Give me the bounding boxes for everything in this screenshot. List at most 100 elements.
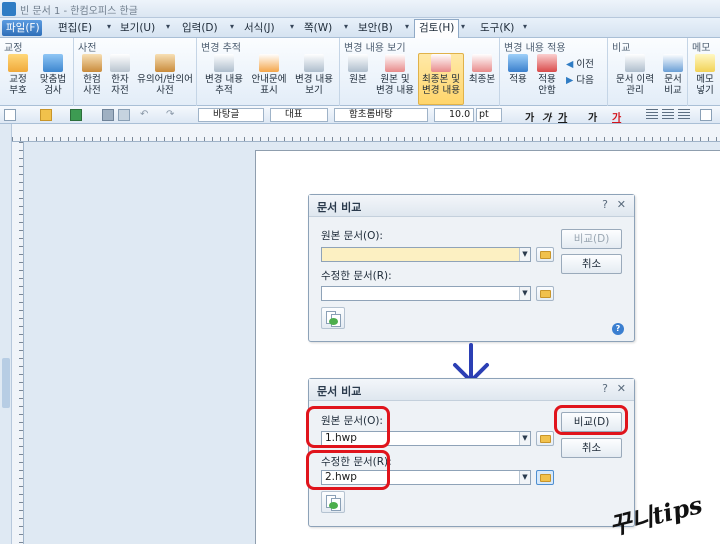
compare-button[interactable]: 비교(D) — [561, 229, 622, 249]
button-label: 교정 부호 — [9, 74, 27, 96]
language-select[interactable]: 대표 — [270, 108, 328, 122]
browse-original-button[interactable] — [536, 431, 554, 446]
menu-file[interactable]: 파일(F) — [2, 20, 42, 36]
dialog-title: 문서 비교 — [317, 201, 362, 214]
chevron-down-icon[interactable]: ▾ — [458, 22, 468, 34]
font-select[interactable]: 함초롬바탕 — [334, 108, 428, 122]
document-icon — [472, 54, 492, 72]
style-select[interactable]: 바탕글 — [198, 108, 264, 122]
chevron-down-icon[interactable]: ▾ — [520, 22, 530, 34]
spell-check-button[interactable]: 맞춤법 검사 — [36, 54, 70, 96]
chevron-down-icon[interactable]: ▾ — [227, 22, 237, 34]
ribbon-group-dictionary: 사전 한컴 사전 한자 자전 유의어/반의어 사전 — [74, 38, 197, 106]
highlight-compare-button — [554, 405, 628, 435]
show-in-balloon-button[interactable]: 안내문에 표시 — [248, 54, 290, 96]
final-and-changes-button[interactable]: 최종본 및 변경 내용 — [418, 53, 464, 105]
view-changes-button[interactable]: 변경 내용 보기 — [290, 54, 338, 96]
cancel-button[interactable]: 취소 — [561, 438, 622, 458]
history-icon — [625, 54, 645, 72]
browse-modified-button[interactable] — [536, 286, 554, 301]
apply-button[interactable]: 적용 — [504, 54, 532, 85]
help-icon[interactable]: ? — [602, 198, 608, 211]
question-icon[interactable]: ? — [612, 323, 624, 335]
ribbon-group-compare: 비교 문서 이력 관리 문서 비교 — [608, 38, 688, 106]
new-document-icon[interactable] — [4, 109, 16, 121]
print-icon[interactable] — [102, 109, 114, 121]
insert-memo-button[interactable]: 메모 넣기 — [691, 54, 719, 96]
chevron-down-icon[interactable]: ▼ — [519, 471, 530, 484]
chevron-down-icon[interactable]: ▾ — [163, 22, 173, 34]
dialog-title-bar: 문서 비교 ? ✕ — [309, 379, 634, 401]
menu-insert[interactable]: 입력(D) — [178, 20, 222, 36]
ribbon-group-view-changes: 변경 내용 보기 원본 원본 및 변경 내용 최종본 및 변경 내용 최종본 — [340, 38, 500, 106]
strikethrough-button[interactable]: 가 — [588, 109, 597, 124]
button-label: 최종본 및 변경 내용 — [422, 74, 460, 96]
balloon-icon — [259, 54, 279, 72]
align-center-icon[interactable] — [662, 109, 674, 121]
align-left-icon[interactable] — [646, 109, 658, 121]
swap-icon-arrow — [329, 502, 338, 509]
more-options-icon[interactable] — [700, 109, 712, 121]
save-icon[interactable] — [70, 109, 82, 121]
chevron-down-icon[interactable]: ▼ — [519, 287, 530, 300]
proof-mark-button[interactable]: 교정 부호 — [4, 54, 32, 96]
window-title: 빈 문서 1 - 한컴오피스 한글 — [20, 6, 138, 17]
chevron-down-icon[interactable]: ▾ — [402, 22, 412, 34]
hancom-dictionary-button[interactable]: 한컴 사전 — [78, 54, 106, 96]
cancel-button[interactable]: 취소 — [561, 254, 622, 274]
panel-toggle-handle[interactable] — [2, 358, 10, 408]
document-history-button[interactable]: 문서 이력 관리 — [611, 54, 659, 96]
previous-change-button[interactable]: ◀ 이전 — [566, 56, 594, 70]
hanja-dictionary-button[interactable]: 한자 자전 — [106, 54, 134, 96]
browse-original-button[interactable] — [536, 247, 554, 262]
menu-security[interactable]: 보안(B) — [354, 20, 397, 36]
track-changes-button[interactable]: 변경 내용 추적 — [200, 54, 248, 96]
next-change-button[interactable]: ▶ 다음 — [566, 72, 594, 86]
chevron-down-icon[interactable]: ▼ — [519, 432, 530, 445]
original-button[interactable]: 원본 — [344, 54, 372, 85]
vertical-ruler[interactable] — [12, 142, 24, 544]
bold-button[interactable]: 가 — [525, 109, 534, 124]
menu-view[interactable]: 보기(U) — [116, 20, 159, 36]
chevron-down-icon[interactable]: ▾ — [287, 22, 297, 34]
close-icon[interactable]: ✕ — [617, 198, 626, 211]
font-unit-select[interactable]: pt — [476, 108, 502, 122]
menu-page[interactable]: 쪽(W) — [300, 20, 336, 36]
underline-button[interactable]: 가 — [558, 109, 567, 124]
original-and-changes-button[interactable]: 원본 및 변경 내용 — [373, 54, 417, 96]
help-icon[interactable]: ? — [602, 382, 608, 395]
menu-review[interactable]: 검토(H) — [414, 19, 460, 38]
undo-icon[interactable]: ↶ — [140, 109, 152, 121]
browse-modified-button[interactable] — [536, 470, 554, 485]
chevron-down-icon[interactable]: ▾ — [341, 22, 351, 34]
align-right-icon[interactable] — [678, 109, 690, 121]
close-icon[interactable]: ✕ — [617, 382, 626, 395]
font-color-button[interactable]: 가 — [612, 109, 621, 124]
folder-icon — [540, 435, 551, 443]
chevron-down-icon[interactable]: ▾ — [104, 22, 114, 34]
button-label: 한컴 사전 — [83, 74, 101, 96]
swap-documents-button[interactable] — [321, 491, 345, 513]
font-size-input[interactable]: 10.0 — [434, 108, 474, 122]
menu-format[interactable]: 서식(J) — [240, 20, 279, 36]
print-preview-icon[interactable] — [118, 109, 130, 121]
horizontal-ruler[interactable] — [12, 124, 720, 142]
open-folder-icon[interactable] — [40, 109, 52, 121]
thesaurus-button[interactable]: 유의어/반의어 사전 — [134, 54, 196, 96]
modified-document-combo[interactable]: ▼ — [321, 286, 531, 301]
title-bar: 빈 문서 1 - 한컴오피스 한글 — [0, 0, 720, 18]
compare-documents-button[interactable]: 문서 비교 — [659, 54, 687, 96]
redo-icon[interactable]: ↷ — [166, 109, 178, 121]
app-icon — [2, 2, 16, 16]
reject-button[interactable]: 적용 안함 — [532, 54, 562, 96]
menu-edit[interactable]: 편집(E) — [54, 20, 96, 36]
group-label: 비교 — [612, 43, 631, 54]
original-document-combo[interactable]: ▼ — [321, 247, 531, 262]
swap-documents-button[interactable] — [321, 307, 345, 329]
menu-tools[interactable]: 도구(K) — [476, 20, 518, 36]
italic-button[interactable]: 가 — [542, 109, 551, 124]
track-changes-icon — [214, 54, 234, 72]
final-button[interactable]: 최종본 — [466, 54, 498, 85]
chevron-down-icon[interactable]: ▼ — [519, 248, 530, 261]
button-label: 한자 자전 — [111, 74, 129, 96]
